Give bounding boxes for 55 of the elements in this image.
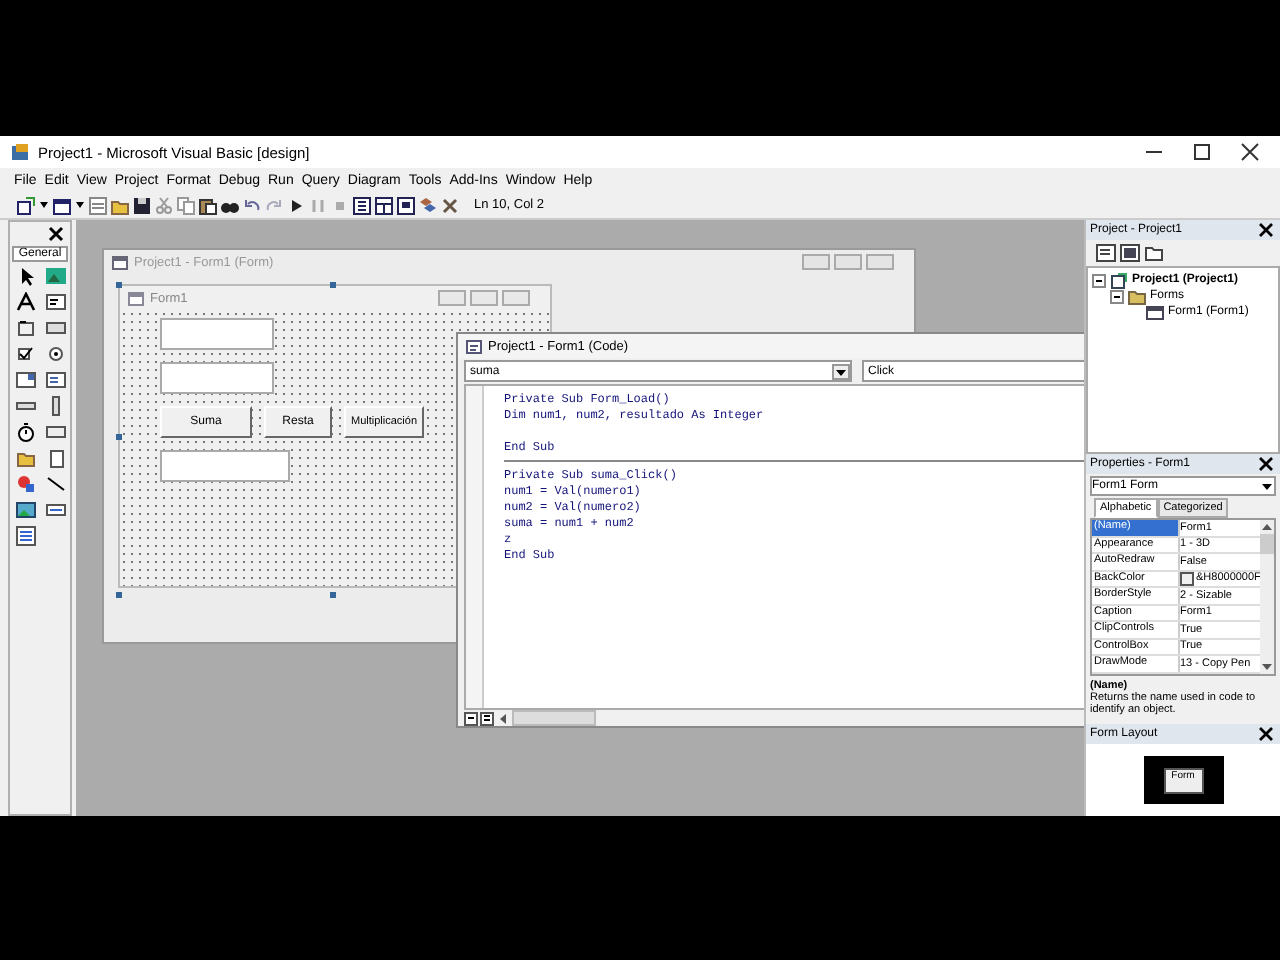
data-control-icon[interactable] — [45, 500, 65, 520]
resize-handle[interactable] — [116, 282, 122, 288]
resize-handle[interactable] — [330, 282, 336, 288]
paste-icon[interactable] — [198, 195, 218, 215]
combo-box-icon[interactable] — [15, 370, 35, 390]
scroll-down-icon[interactable] — [1260, 659, 1275, 673]
form-icon — [128, 289, 144, 307]
project-explorer-icon[interactable] — [352, 195, 372, 215]
play-icon[interactable] — [286, 195, 306, 215]
scroll-bar[interactable] — [512, 710, 596, 726]
option-button-icon[interactable] — [45, 344, 65, 364]
scroll-thumb[interactable] — [1260, 534, 1275, 554]
resize-handle[interactable] — [116, 592, 122, 598]
form-icon — [112, 253, 128, 271]
horizontal-scroll-bar-icon[interactable] — [15, 396, 35, 416]
folder-icon[interactable] — [1144, 244, 1164, 262]
dropdown-arrow-icon[interactable] — [832, 363, 850, 379]
text-box-icon[interactable] — [45, 292, 65, 312]
add-form-icon[interactable] — [52, 195, 72, 215]
label-icon[interactable] — [15, 292, 35, 312]
add-project-icon[interactable] — [16, 195, 36, 215]
collapse-icon[interactable] — [1092, 273, 1106, 287]
full-module-view-icon[interactable] — [480, 711, 494, 725]
scroll-up-icon[interactable] — [1260, 520, 1275, 534]
drive-list-icon[interactable] — [45, 422, 65, 442]
form-icon — [1146, 303, 1164, 321]
stopwatch-icon[interactable] — [15, 422, 35, 442]
picture-box-icon[interactable] — [45, 266, 65, 286]
project-icon — [1110, 271, 1128, 289]
ole-container-icon[interactable] — [15, 526, 35, 546]
folder-icon[interactable] — [15, 448, 35, 468]
frame-icon[interactable] — [15, 318, 35, 338]
dropdown-arrow-icon[interactable] — [1260, 479, 1274, 493]
file-list-icon[interactable] — [45, 448, 65, 468]
toolbox-icon[interactable] — [440, 195, 460, 215]
view-code-icon[interactable] — [1096, 244, 1116, 262]
line-icon[interactable] — [45, 474, 65, 494]
folder-icon — [1128, 287, 1146, 305]
resize-handle[interactable] — [330, 592, 336, 598]
resize-handle[interactable] — [116, 434, 122, 440]
image-icon[interactable] — [15, 500, 35, 520]
properties-icon[interactable] — [374, 195, 394, 215]
undo-icon[interactable] — [242, 195, 262, 215]
object-browser-icon[interactable] — [418, 195, 438, 215]
scroll-bar[interactable] — [1260, 520, 1275, 673]
list-box-icon[interactable] — [45, 370, 65, 390]
form-layout-icon[interactable] — [396, 195, 416, 215]
shapes-icon[interactable] — [15, 474, 35, 494]
view-object-icon[interactable] — [1120, 244, 1140, 262]
app-icon — [10, 142, 30, 162]
open-folder-icon[interactable] — [110, 195, 130, 215]
command-button-icon[interactable] — [45, 318, 65, 338]
procedure-view-icon[interactable] — [464, 711, 478, 725]
check-box-icon[interactable] — [15, 344, 35, 364]
collapse-icon[interactable] — [1110, 289, 1124, 303]
